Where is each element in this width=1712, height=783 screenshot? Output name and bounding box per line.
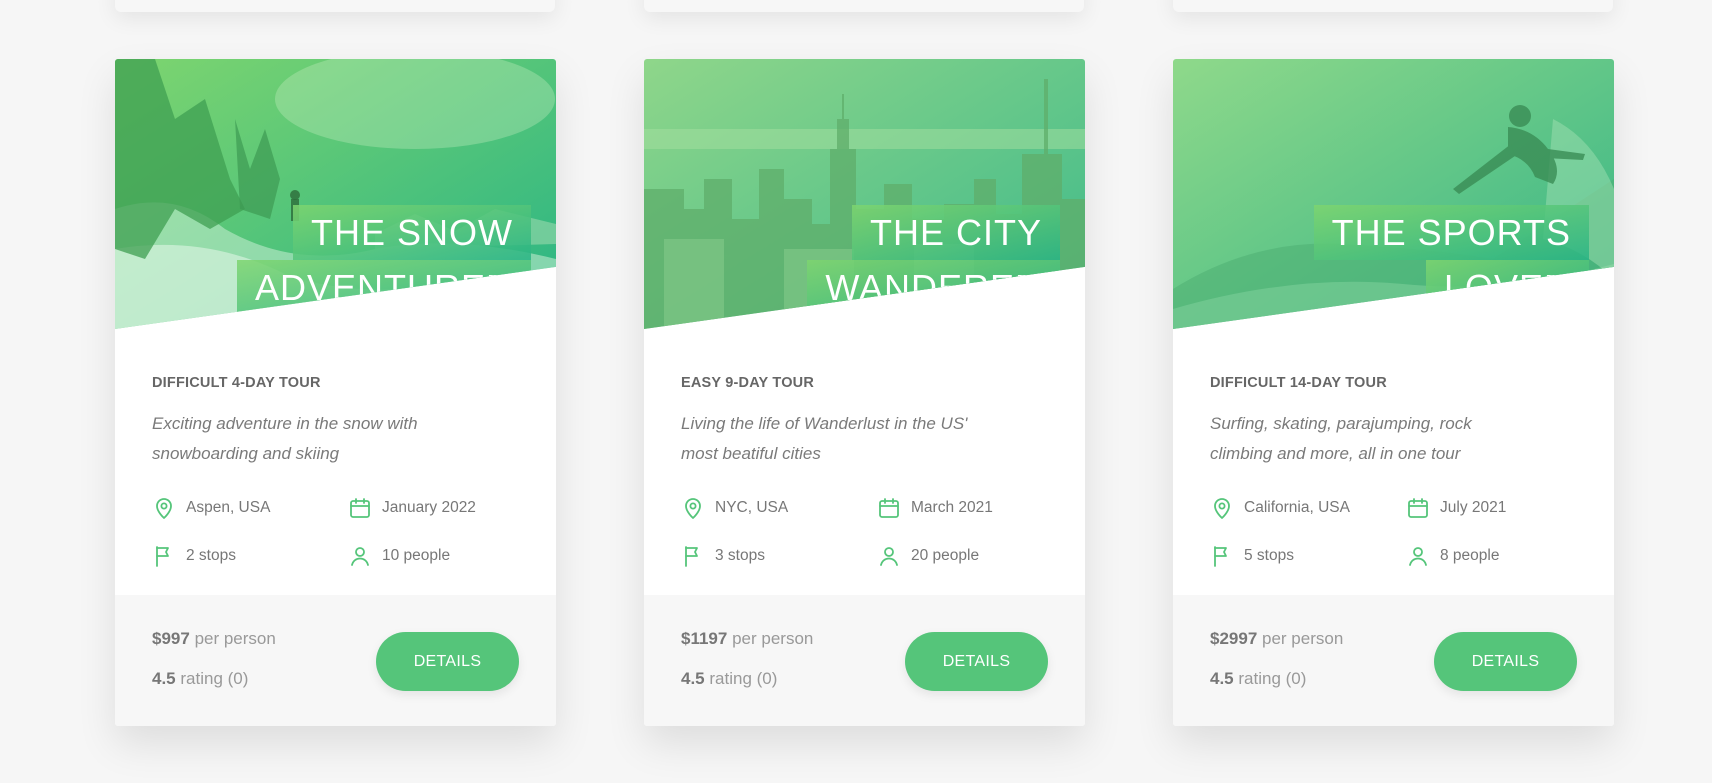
heading-line-1: THE SNOW [293,205,531,260]
price: $997 per person [152,629,276,649]
heading-line-2: LOVER [1425,260,1589,315]
price-value: $997 [152,629,190,648]
user-icon [877,544,901,568]
tour-subheading: EASY 9-DAY TOUR [681,375,815,391]
date-text: March 2021 [911,499,993,516]
calendar-icon [348,496,372,520]
stops-text: 2 stops [186,547,236,564]
tour-subheading: DIFFICULT 14-DAY TOUR [1210,375,1387,391]
price-value: $1197 [681,629,728,648]
stops-text: 5 stops [1244,547,1294,564]
card-heading: THE CITY WANDERER [807,205,1060,315]
rating-unit: rating (0) [1238,669,1307,688]
location-data: Aspen, USA [152,496,270,520]
user-icon [1406,544,1430,568]
date-data: March 2021 [877,496,993,520]
date-text: January 2022 [382,499,476,516]
heading-line-1: THE SPORTS [1313,205,1589,260]
heading-line-2: ADVENTURER [236,260,531,315]
tour-summary: Exciting adventure in the snow with snow… [152,414,418,463]
stops-data: 2 stops [152,544,236,568]
price: $1197 per person [681,629,813,649]
price: $2997 per person [1210,629,1343,649]
flag-icon [681,544,705,568]
price-value: $2997 [1210,629,1258,648]
people-data: 8 people [1406,544,1499,568]
tour-card: THE SNOW ADVENTURER DIFFICULT 4-DAY TOUR… [115,59,556,726]
tour-card: THE CITY WANDERER EASY 9-DAY TOUR Living… [644,59,1085,726]
flag-icon [152,544,176,568]
heading-line-2: WANDERER [807,260,1060,315]
people-text: 10 people [382,547,451,564]
card-footer: $1197 per person 4.5 rating (0) DETAILS [644,595,1085,726]
map-pin-icon [681,496,705,520]
tour-card: THE SPORTS LOVER DIFFICULT 14-DAY TOUR S… [1173,59,1614,726]
tour-summary: Surfing, skating, parajumping, rock clim… [1210,414,1472,463]
card-header: THE CITY WANDERER [644,59,1085,329]
date-data: January 2022 [348,496,476,520]
rating: 4.5 rating (0) [681,669,777,689]
details-button[interactable]: DETAILS [905,632,1048,691]
people-data: 20 people [877,544,979,568]
card-heading: THE SNOW ADVENTURER [236,205,531,315]
user-icon [348,544,372,568]
stops-data: 5 stops [1210,544,1294,568]
rating-value: 4.5 [1210,669,1234,688]
stops-text: 3 stops [715,547,765,564]
location-data: NYC, USA [681,496,788,520]
location-text: Aspen, USA [186,499,271,516]
card-header: THE SPORTS LOVER [1173,59,1614,329]
calendar-icon [877,496,901,520]
price-unit: per person [194,629,276,648]
tour-data-grid: Aspen, USA January 2022 2 stops 10 peopl… [152,496,519,596]
rating-value: 4.5 [681,669,705,688]
heading-line-1: THE CITY [851,205,1060,260]
map-pin-icon [1210,496,1234,520]
map-pin-icon [152,496,176,520]
tour-data-grid: California, USA July 2021 5 stops 8 peop… [1210,496,1577,596]
details-button[interactable]: DETAILS [376,632,519,691]
stops-data: 3 stops [681,544,765,568]
date-data: July 2021 [1406,496,1506,520]
location-data: California, USA [1210,496,1350,520]
card-header: THE SNOW ADVENTURER [115,59,556,329]
rating-value: 4.5 [152,669,176,688]
rating: 4.5 rating (0) [1210,669,1306,689]
people-data: 10 people [348,544,450,568]
rating: 4.5 rating (0) [152,669,248,689]
tour-summary: Living the life of Wanderlust in the US'… [681,414,968,463]
location-text: NYC, USA [715,499,789,516]
date-text: July 2021 [1440,499,1507,516]
tour-cards: THE SNOW ADVENTURER DIFFICULT 4-DAY TOUR… [0,0,1712,783]
people-text: 20 people [911,547,980,564]
details-button[interactable]: DETAILS [1434,632,1577,691]
tour-subheading: DIFFICULT 4-DAY TOUR [152,375,321,391]
rating-unit: rating (0) [180,669,249,688]
card-footer: $2997 per person 4.5 rating (0) DETAILS [1173,595,1614,726]
people-text: 8 people [1440,547,1500,564]
price-unit: per person [1262,629,1344,648]
flag-icon [1210,544,1234,568]
calendar-icon [1406,496,1430,520]
price-unit: per person [732,629,814,648]
location-text: California, USA [1244,499,1350,516]
card-heading: THE SPORTS LOVER [1313,205,1589,315]
tour-data-grid: NYC, USA March 2021 3 stops 20 people [681,496,1048,596]
card-footer: $997 per person 4.5 rating (0) DETAILS [115,595,556,726]
rating-unit: rating (0) [709,669,778,688]
